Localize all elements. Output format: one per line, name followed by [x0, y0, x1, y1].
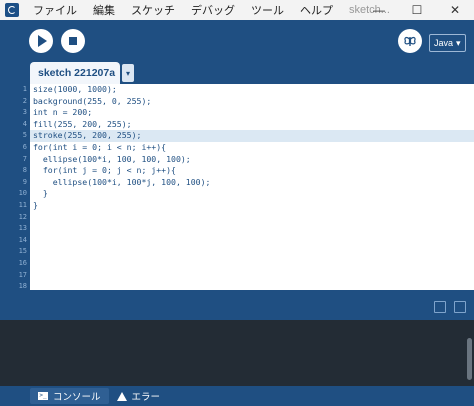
- tab-menu-button[interactable]: ▾: [122, 64, 134, 82]
- mode-selector[interactable]: Java ▾: [429, 34, 466, 52]
- code-line[interactable]: for(int j = 0; j < n; j++){: [30, 165, 474, 177]
- code-line[interactable]: fill(255, 200, 255);: [30, 119, 474, 131]
- code-line[interactable]: [30, 223, 474, 235]
- copy-icon[interactable]: [434, 301, 446, 313]
- menu-debug[interactable]: デバッグ: [183, 2, 243, 18]
- code-line[interactable]: [30, 270, 474, 282]
- line-number: 17: [18, 270, 27, 279]
- menu-file[interactable]: ファイル: [25, 2, 85, 18]
- console-scrollbar[interactable]: [467, 338, 472, 380]
- clear-console-icon[interactable]: [454, 301, 466, 313]
- debugger-button[interactable]: [398, 29, 422, 53]
- line-number: 1: [22, 85, 27, 93]
- line-number: 12: [18, 212, 27, 221]
- chevron-down-icon: ▾: [125, 68, 130, 78]
- console-tab-label: コンソール: [53, 392, 101, 403]
- errors-tab-label: エラー: [131, 392, 161, 403]
- line-number: 15: [18, 247, 27, 256]
- menu-tools[interactable]: ツール: [243, 2, 292, 18]
- line-number: 6: [22, 143, 27, 151]
- line-number: 10: [18, 189, 27, 198]
- code-line[interactable]: [30, 258, 474, 270]
- tab-sketch[interactable]: sketch 221207a: [30, 62, 120, 84]
- stop-button[interactable]: [61, 29, 85, 53]
- tab-bar: sketch 221207a ▾: [0, 62, 474, 84]
- code-line[interactable]: [30, 235, 474, 247]
- console-tab-bar: >_ コンソール エラー: [0, 386, 474, 406]
- stop-icon: [69, 37, 77, 45]
- processing-app-icon: [5, 3, 19, 17]
- line-number: 3: [22, 108, 27, 117]
- menu-edit[interactable]: 編集: [85, 2, 123, 18]
- tab-console[interactable]: >_ コンソール: [30, 388, 109, 404]
- code-line[interactable]: int n = 200;: [30, 107, 474, 119]
- run-button[interactable]: [29, 29, 53, 53]
- chevron-down-icon: ▾: [456, 37, 461, 48]
- line-number: 16: [18, 259, 27, 267]
- line-number: 7: [22, 154, 27, 163]
- line-number: 5: [22, 131, 27, 140]
- toolbar: Java ▾: [0, 20, 474, 62]
- line-number: 8: [22, 166, 27, 175]
- code-line[interactable]: background(255, 0, 255);: [30, 96, 474, 108]
- code-line[interactable]: stroke(255, 200, 255);: [30, 130, 474, 142]
- minimize-button[interactable]: —: [360, 0, 398, 20]
- line-number-gutter: 1 2 3 4 5 6 7 8 9 10 11 12 13 14 15 16 17 18: [0, 84, 30, 290]
- code-line[interactable]: ellipse(100*i, 100*j, 100, 100);: [30, 177, 474, 189]
- line-number: 13: [18, 224, 27, 233]
- line-number: 4: [22, 119, 27, 128]
- line-number: 14: [18, 235, 27, 244]
- tab-errors[interactable]: エラー: [109, 388, 169, 404]
- code-line[interactable]: }: [30, 188, 474, 200]
- console-header: [0, 296, 474, 320]
- code-line[interactable]: [30, 212, 474, 224]
- butterfly-icon: [404, 36, 416, 46]
- warning-icon: [116, 391, 127, 401]
- code-editor[interactable]: size(1000, 1000); background(255, 0, 255)…: [30, 84, 474, 290]
- play-icon: [37, 35, 47, 47]
- tab-label: sketch 221207a: [38, 67, 116, 79]
- code-line[interactable]: size(1000, 1000);: [30, 84, 474, 96]
- window-controls: — ☐ ✕: [360, 0, 474, 20]
- line-number: 2: [22, 96, 27, 105]
- console-icon: >_: [38, 392, 48, 400]
- code-line[interactable]: [30, 281, 474, 290]
- line-number: 9: [22, 177, 27, 186]
- line-number: 11: [18, 201, 27, 209]
- code-line[interactable]: ellipse(100*i, 100, 100, 100);: [30, 154, 474, 166]
- menu-sketch[interactable]: スケッチ: [123, 2, 183, 18]
- maximize-button[interactable]: ☐: [398, 0, 436, 20]
- code-line[interactable]: }: [30, 200, 474, 212]
- menu-bar: ファイル 編集 スケッチ デバッグ ツール ヘルプ sketch... — ☐ …: [0, 0, 474, 20]
- code-line[interactable]: [30, 246, 474, 258]
- close-button[interactable]: ✕: [436, 0, 474, 20]
- console-output[interactable]: [0, 320, 474, 386]
- code-line[interactable]: for(int i = 0; i < n; i++){: [30, 142, 474, 154]
- menu-help[interactable]: ヘルプ: [292, 2, 341, 18]
- mode-label: Java: [434, 38, 454, 48]
